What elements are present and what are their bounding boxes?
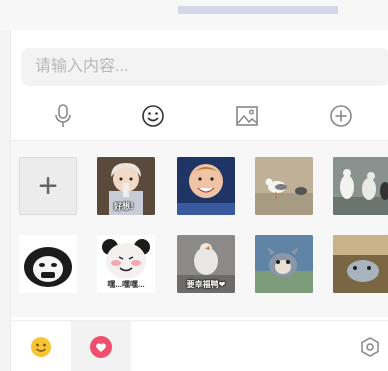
message-input[interactable]: 请输入内容...	[21, 48, 388, 86]
sticker-girl-drinking[interactable]: 好想！	[97, 157, 155, 215]
sticker-tom-cartoon-2[interactable]	[333, 235, 388, 293]
tab-emoji[interactable]	[11, 321, 71, 371]
image-icon[interactable]	[233, 102, 261, 130]
emoji-panel: 请输入内容... + 好想！ 嘿...嘿嘿... 要幸福鸭❤	[10, 30, 388, 371]
sticker-panda-face-1[interactable]	[19, 235, 77, 293]
sticker-seagulls-group[interactable]	[333, 157, 388, 215]
add-sticker-button[interactable]: +	[19, 157, 77, 215]
tab-favorites[interactable]	[71, 321, 131, 371]
input-toolbar	[11, 100, 388, 132]
sticker-caption: 要幸福鸭❤	[186, 280, 226, 289]
plus-circle-icon[interactable]	[327, 102, 355, 130]
sticker-cat-blessing[interactable]: 要幸福鸭❤	[177, 235, 235, 293]
sticker-grid: + 好想！ 嘿...嘿嘿... 要幸福鸭❤	[11, 141, 388, 317]
sticker-panda-face-2[interactable]: 嘿...嘿嘿...	[97, 235, 155, 293]
sticker-boy-smiling[interactable]	[177, 157, 235, 215]
smiley-face-icon	[31, 336, 51, 357]
plus-icon: +	[38, 167, 58, 205]
sticker-tom-cartoon-1[interactable]	[255, 235, 313, 293]
previous-content-strip	[0, 0, 388, 30]
heart-icon	[90, 335, 112, 358]
sticker-seagull-on-beach[interactable]	[255, 157, 313, 215]
settings-hexagon-icon	[361, 336, 379, 357]
blurred-link	[178, 6, 338, 14]
emoji-icon[interactable]	[139, 102, 167, 130]
settings-button[interactable]	[351, 321, 388, 371]
sticker-caption: 好想！	[114, 202, 138, 211]
microphone-icon[interactable]	[49, 102, 77, 130]
sticker-category-bar	[11, 320, 388, 371]
sticker-caption: 嘿...嘿嘿...	[107, 280, 145, 289]
